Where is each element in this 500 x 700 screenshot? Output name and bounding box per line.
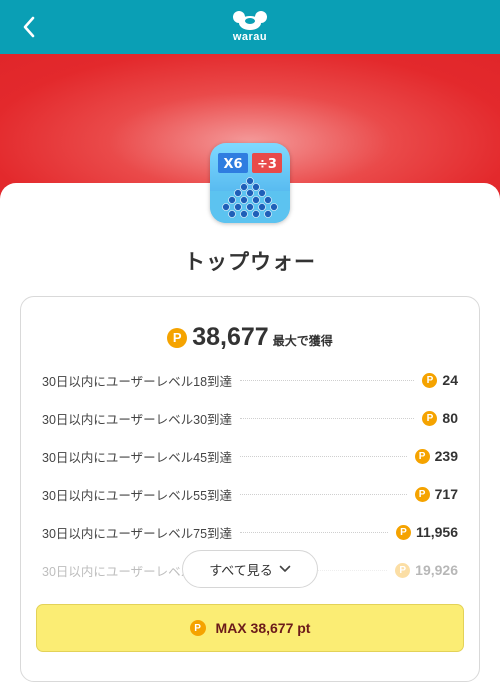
point-coin-icon: P: [414, 448, 430, 464]
dotted-leader: [240, 493, 407, 495]
app-title: トップウォー: [184, 251, 316, 274]
app-icon-artwork: X6 ÷3: [210, 143, 290, 223]
max-points-label: MAX 38,677 pt: [215, 620, 311, 636]
see-all-button[interactable]: すべて見る: [182, 550, 318, 588]
point-coin-icon: P: [167, 327, 188, 348]
dotted-leader: [240, 417, 415, 419]
icon-tag-left: X6: [223, 157, 242, 172]
point-coin-icon: P: [395, 524, 411, 540]
warau-logo[interactable]: warau: [222, 10, 278, 46]
reward-row-label: 30日以内にユーザーレベル: [42, 564, 194, 579]
reward-row-points: P 239: [414, 448, 458, 464]
point-coin-icon: P: [414, 486, 430, 502]
reward-row-points: P 717: [414, 486, 458, 502]
total-reward: P 38,677 最大で獲得: [0, 323, 500, 352]
reward-row: 30日以内にユーザーレベル55到達 P 717: [42, 484, 458, 504]
top-header: warau: [0, 0, 500, 54]
reward-row: 30日以内にユーザーレベル30到達 P 80: [42, 408, 458, 428]
dotted-leader: [240, 379, 415, 381]
reward-row-label: 30日以内にユーザーレベル18到達: [42, 374, 233, 389]
total-suffix: 最大で獲得: [272, 334, 333, 348]
chevron-left-icon: [23, 16, 35, 38]
reward-row: 30日以内にユーザーレベル45到達 P 239: [42, 446, 458, 466]
reward-row-label: 30日以内にユーザーレベル45到達: [42, 450, 233, 465]
see-all-label: すべて見る: [209, 562, 273, 578]
app-icon: X6 ÷3: [210, 143, 290, 223]
reward-row-label: 30日以内にユーザーレベル30到達: [42, 412, 233, 427]
point-coin-icon: P: [422, 372, 438, 388]
icon-tag-right: ÷3: [257, 157, 277, 172]
dotted-leader: [240, 455, 407, 457]
max-points-button[interactable]: P MAX 38,677 pt: [36, 604, 464, 652]
point-coin-icon: P: [189, 620, 206, 636]
reward-row-label: 30日以内にユーザーレベル75到達: [42, 526, 233, 541]
point-coin-icon: P: [395, 562, 411, 578]
reward-row: 30日以内にユーザーレベル75到達 P 11,956: [42, 522, 458, 542]
point-coin-icon: P: [422, 410, 438, 426]
logo-text: warau: [232, 31, 268, 43]
dotted-leader: [240, 531, 388, 533]
reward-row-points: P 19,926: [395, 562, 458, 578]
back-button[interactable]: [14, 12, 44, 42]
reward-row-label: 30日以内にユーザーレベル55到達: [42, 488, 233, 503]
chevron-down-icon: [279, 565, 291, 573]
logo-mark-icon: [233, 11, 267, 30]
reward-row-points: P 24: [422, 372, 458, 388]
reward-row: 30日以内にユーザーレベル18到達 P 24: [42, 370, 458, 390]
reward-row-points: P 11,956: [395, 524, 458, 540]
reward-row-points: P 80: [422, 410, 458, 426]
total-points: 38,677: [192, 323, 269, 351]
